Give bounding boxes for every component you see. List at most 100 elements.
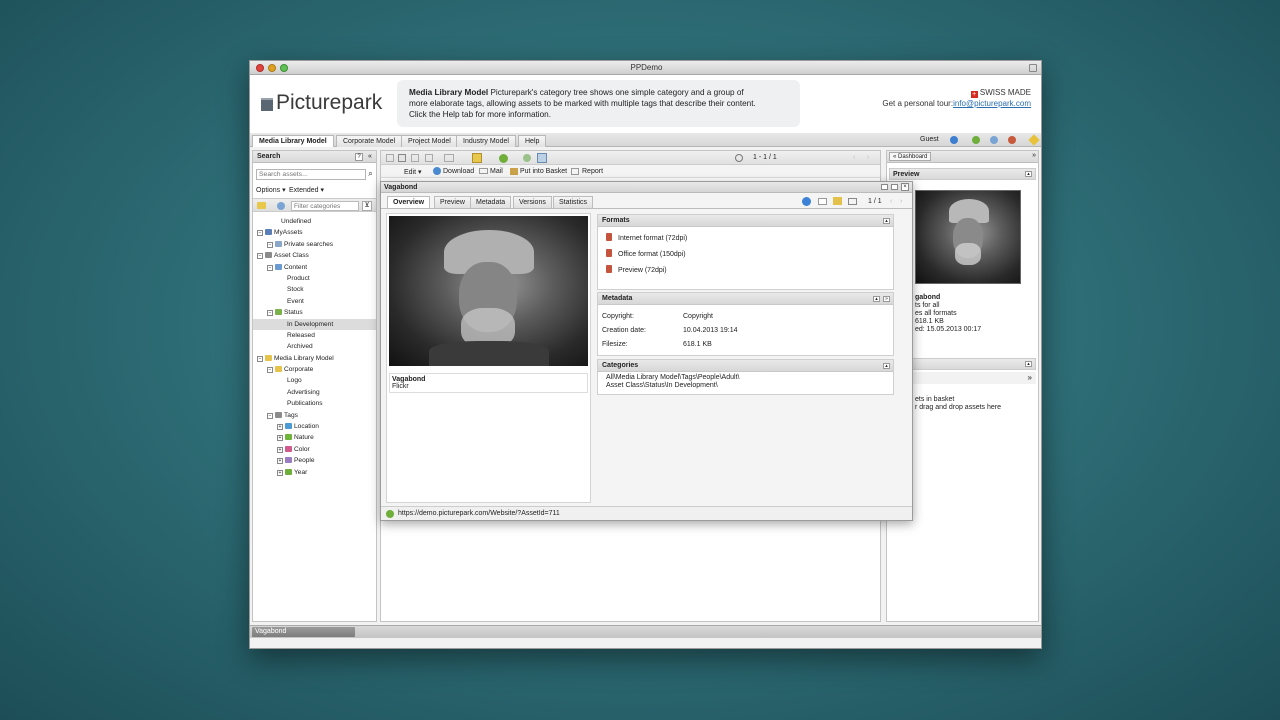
expand-toggle-icon[interactable]: + [277, 424, 283, 431]
help-icon[interactable] [950, 136, 958, 144]
collapse-preview-icon[interactable]: ▴ [1025, 171, 1032, 177]
expand-toggle-icon[interactable]: − [267, 241, 273, 248]
tour-email-link[interactable]: info@picturepark.com [953, 99, 1031, 108]
fullscreen-icon[interactable] [1029, 64, 1037, 72]
tab-overview[interactable]: Overview [387, 196, 431, 208]
close-window-button[interactable] [256, 64, 264, 72]
save-icon[interactable] [537, 153, 547, 163]
tab-metadata[interactable]: Metadata [470, 196, 512, 208]
expand-toggle-icon[interactable]: − [257, 253, 263, 260]
dialog-basket-icon[interactable] [833, 197, 842, 205]
collapse-metadata-icon[interactable]: ▴ [873, 296, 880, 302]
expand-toggle-icon[interactable]: + [277, 446, 283, 453]
tree-item-archived[interactable]: Archived [253, 341, 376, 352]
tab-preview[interactable]: Preview [434, 196, 471, 208]
tree-item-status[interactable]: − Status [253, 307, 376, 318]
user-icon[interactable] [1008, 136, 1016, 144]
tree-item-in-development[interactable]: In Development [253, 318, 376, 330]
tree-item-advertising[interactable]: Advertising [253, 387, 376, 398]
collapse-basket-icon[interactable]: ▴ [1025, 361, 1032, 367]
tree-item-year[interactable]: + Year [253, 467, 376, 478]
dashboard-button[interactable]: « Dashboard [889, 152, 932, 161]
reload-icon[interactable] [735, 154, 743, 162]
status-item[interactable]: Vagabond [252, 627, 355, 637]
search-help-icon[interactable]: ? [355, 153, 363, 161]
tree-item-released[interactable]: Released [253, 330, 376, 341]
format-item[interactable]: Preview (72dpi) [606, 265, 687, 281]
asset-image[interactable] [389, 216, 588, 366]
status-icon[interactable] [523, 154, 531, 162]
tree-item-stock[interactable]: Stock [253, 284, 376, 295]
expand-toggle-icon[interactable]: + [277, 435, 283, 442]
info-icon[interactable] [802, 197, 811, 206]
tab-corporate-model[interactable]: Corporate Model [336, 135, 403, 147]
large-view-icon[interactable] [425, 154, 433, 162]
expand-toggle-icon[interactable]: − [257, 355, 263, 362]
asset-url[interactable]: https://demo.picturepark.com/Website/?As… [398, 510, 560, 517]
tree-item-private-searches[interactable]: − Private searches [253, 239, 376, 250]
refresh-icon[interactable] [972, 136, 980, 144]
share-icon[interactable] [499, 154, 508, 163]
gear-icon[interactable] [277, 202, 285, 210]
tree-item-color[interactable]: + Color [253, 444, 376, 455]
expand-toggle-icon[interactable]: − [267, 310, 273, 317]
key-icon[interactable] [1028, 134, 1040, 146]
settings-icon[interactable] [990, 136, 998, 144]
download-button[interactable]: Download [443, 168, 474, 175]
collapse-left-icon[interactable]: « [366, 153, 374, 161]
grid-view-icon[interactable] [398, 154, 406, 162]
tab-media-library-model[interactable]: Media Library Model [252, 135, 334, 147]
filter-categories-input[interactable] [291, 201, 359, 211]
preview-thumbnail[interactable] [915, 190, 1021, 284]
tree-item-people[interactable]: + People [253, 455, 376, 466]
format-item[interactable]: Internet format (72dpi) [606, 233, 687, 249]
list-view-icon[interactable] [386, 154, 394, 162]
dialog-next-button[interactable]: › [900, 198, 902, 205]
tab-help[interactable]: Help [518, 135, 547, 147]
tree-item-myassets[interactable]: − MyAssets [253, 227, 376, 238]
collapse-formats-icon[interactable]: ▴ [883, 218, 890, 224]
dialog-prev-button[interactable]: ‹ [890, 198, 892, 205]
basket-more-icon[interactable]: » [1028, 373, 1032, 382]
tab-project-model[interactable]: Project Model [401, 135, 458, 147]
folder-icon[interactable] [257, 202, 266, 209]
search-icon[interactable]: ⌕ [366, 169, 375, 180]
tab-versions[interactable]: Versions [513, 196, 552, 208]
tree-item-content[interactable]: − Content [253, 262, 376, 273]
dialog-mail-icon[interactable] [818, 198, 827, 205]
mail-button[interactable]: Mail [490, 168, 503, 175]
minimize-window-button[interactable] [268, 64, 276, 72]
tab-statistics[interactable]: Statistics [553, 196, 594, 208]
tree-item-publications[interactable]: Publications [253, 398, 376, 409]
extended-dropdown[interactable]: Extended ▾ [289, 186, 324, 194]
dialog-maximize-icon[interactable] [891, 184, 898, 190]
sort-icon[interactable] [444, 154, 454, 162]
tree-item-location[interactable]: + Location [253, 421, 376, 432]
expand-toggle-icon[interactable]: + [277, 469, 283, 476]
tree-item-logo[interactable]: Logo [253, 375, 376, 386]
tab-industry-model[interactable]: Industry Model [456, 135, 516, 147]
user-name[interactable]: Guest [920, 136, 939, 143]
report-button[interactable]: Report [582, 168, 603, 175]
expand-toggle-icon[interactable]: − [267, 264, 273, 271]
tree-item-corporate[interactable]: − Corporate [253, 364, 376, 375]
collapse-categories-icon[interactable]: ▴ [883, 363, 890, 369]
tree-item-product[interactable]: Product [253, 273, 376, 284]
filter-icon[interactable]: ⊻ [362, 201, 372, 211]
thumbnail-view-icon[interactable] [411, 154, 419, 162]
options-dropdown[interactable]: Options ▾ [256, 186, 286, 194]
expand-metadata-icon[interactable]: » [883, 296, 890, 302]
expand-right-icon[interactable]: » [1032, 152, 1036, 159]
format-item[interactable]: Office format (150dpi) [606, 249, 687, 265]
edit-button[interactable]: Edit ▾ [404, 168, 422, 176]
tree-item-tags[interactable]: − Tags [253, 410, 376, 421]
tree-item-undefined[interactable]: Undefined [253, 216, 376, 227]
put-into-basket-button[interactable]: Put into Basket [520, 168, 567, 175]
expand-toggle-icon[interactable]: + [277, 458, 283, 465]
dialog-minimize-icon[interactable] [881, 184, 888, 190]
zoom-window-button[interactable] [280, 64, 288, 72]
dialog-close-icon[interactable]: × [901, 183, 909, 191]
next-page-button[interactable]: › [867, 154, 869, 161]
expand-toggle-icon[interactable]: − [257, 230, 263, 237]
tree-item-media-library-model[interactable]: − Media Library Model [253, 353, 376, 364]
